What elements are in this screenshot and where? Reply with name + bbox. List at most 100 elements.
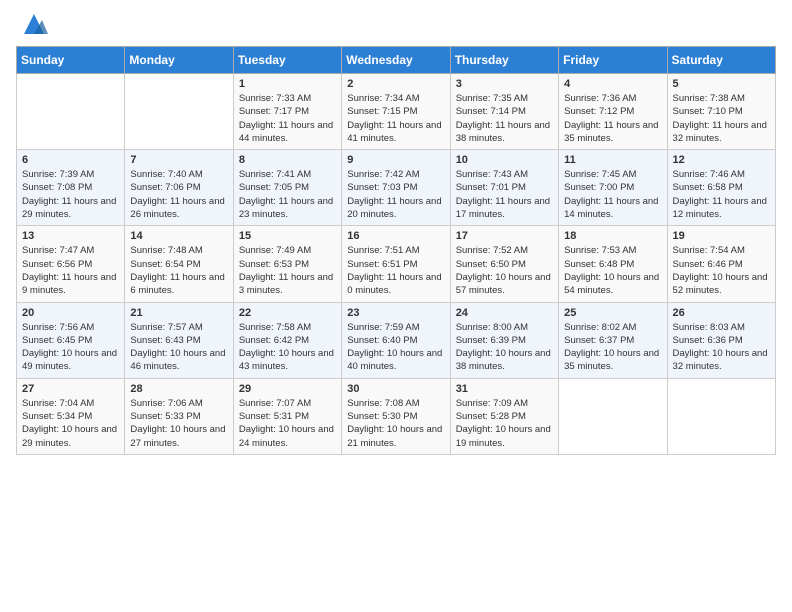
calendar-cell: 3 Sunrise: 7:35 AMSunset: 7:14 PMDaylight…: [450, 74, 558, 150]
calendar-week-row: 20Sunrise: 7:56 AMSunset: 6:45 PMDayligh…: [17, 302, 776, 378]
weekday-header-row: SundayMondayTuesdayWednesdayThursdayFrid…: [17, 47, 776, 74]
day-number: 30: [347, 383, 445, 395]
day-number: 26: [673, 307, 771, 319]
calendar-cell: 23 Sunrise: 7:59 AMSunset: 6:40 PMDayligh…: [342, 302, 450, 378]
day-number: 21: [130, 307, 228, 319]
day-info: Sunrise: 7:43 AMSunset: 7:01 PMDaylight:…: [456, 168, 554, 221]
day-info: Sunrise: 8:02 AMSunset: 6:37 PMDaylight:…: [564, 321, 662, 374]
day-number: 23: [347, 307, 445, 319]
day-info: Sunrise: 7:06 AMSunset: 5:33 PMDaylight:…: [130, 397, 228, 450]
calendar-cell: [667, 378, 775, 454]
day-number: 22: [239, 307, 337, 319]
day-number: 11: [564, 154, 662, 166]
weekday-monday: Monday: [125, 47, 233, 74]
day-info: Sunrise: 7:09 AMSunset: 5:28 PMDaylight:…: [456, 397, 554, 450]
calendar-cell: 19 Sunrise: 7:54 AMSunset: 6:46 PMDayligh…: [667, 226, 775, 302]
calendar-cell: 27 Sunrise: 7:04 AMSunset: 5:34 PMDayligh…: [17, 378, 125, 454]
calendar-cell: 25 Sunrise: 8:02 AMSunset: 6:37 PMDayligh…: [559, 302, 667, 378]
day-number: 14: [130, 230, 228, 242]
header: [16, 10, 776, 38]
weekday-wednesday: Wednesday: [342, 47, 450, 74]
calendar-cell: 17 Sunrise: 7:52 AMSunset: 6:50 PMDayligh…: [450, 226, 558, 302]
day-info: Sunrise: 7:41 AMSunset: 7:05 PMDaylight:…: [239, 168, 337, 221]
day-info: Sunrise: 7:40 AMSunset: 7:06 PMDaylight:…: [130, 168, 228, 221]
calendar-cell: 12 Sunrise: 7:46 AMSunset: 6:58 PMDayligh…: [667, 150, 775, 226]
calendar-cell: 22Sunrise: 7:58 AMSunset: 6:42 PMDayligh…: [233, 302, 341, 378]
calendar-cell: 14 Sunrise: 7:48 AMSunset: 6:54 PMDayligh…: [125, 226, 233, 302]
calendar-cell: 5Sunrise: 7:38 AMSunset: 7:10 PMDaylight…: [667, 74, 775, 150]
calendar-cell: 6 Sunrise: 7:39 AMSunset: 7:08 PMDaylight…: [17, 150, 125, 226]
day-info: Sunrise: 7:51 AMSunset: 6:51 PMDaylight:…: [347, 244, 445, 297]
day-number: 10: [456, 154, 554, 166]
day-info: Sunrise: 8:03 AMSunset: 6:36 PMDaylight:…: [673, 321, 771, 374]
calendar-week-row: 6 Sunrise: 7:39 AMSunset: 7:08 PMDaylight…: [17, 150, 776, 226]
weekday-thursday: Thursday: [450, 47, 558, 74]
day-number: 29: [239, 383, 337, 395]
day-info: Sunrise: 7:49 AMSunset: 6:53 PMDaylight:…: [239, 244, 337, 297]
day-number: 7: [130, 154, 228, 166]
day-info: Sunrise: 7:48 AMSunset: 6:54 PMDaylight:…: [130, 244, 228, 297]
day-number: 24: [456, 307, 554, 319]
day-number: 27: [22, 383, 120, 395]
calendar-cell: 21 Sunrise: 7:57 AMSunset: 6:43 PMDayligh…: [125, 302, 233, 378]
day-number: 5: [673, 78, 771, 90]
calendar-cell: [559, 378, 667, 454]
day-info: Sunrise: 7:33 AMSunset: 7:17 PMDaylight:…: [239, 92, 337, 145]
calendar-cell: 11 Sunrise: 7:45 AMSunset: 7:00 PMDayligh…: [559, 150, 667, 226]
day-number: 4: [564, 78, 662, 90]
day-number: 31: [456, 383, 554, 395]
calendar-cell: 15 Sunrise: 7:49 AMSunset: 6:53 PMDayligh…: [233, 226, 341, 302]
day-number: 3: [456, 78, 554, 90]
calendar-cell: 1Sunrise: 7:33 AMSunset: 7:17 PMDaylight…: [233, 74, 341, 150]
weekday-tuesday: Tuesday: [233, 47, 341, 74]
day-info: Sunrise: 7:59 AMSunset: 6:40 PMDaylight:…: [347, 321, 445, 374]
weekday-sunday: Sunday: [17, 47, 125, 74]
day-info: Sunrise: 7:39 AMSunset: 7:08 PMDaylight:…: [22, 168, 120, 221]
calendar-cell: 9Sunrise: 7:42 AMSunset: 7:03 PMDaylight…: [342, 150, 450, 226]
day-number: 6: [22, 154, 120, 166]
day-number: 18: [564, 230, 662, 242]
day-info: Sunrise: 7:45 AMSunset: 7:00 PMDaylight:…: [564, 168, 662, 221]
calendar-cell: 4Sunrise: 7:36 AMSunset: 7:12 PMDaylight…: [559, 74, 667, 150]
day-number: 12: [673, 154, 771, 166]
day-number: 19: [673, 230, 771, 242]
day-info: Sunrise: 7:52 AMSunset: 6:50 PMDaylight:…: [456, 244, 554, 297]
calendar-cell: 7 Sunrise: 7:40 AMSunset: 7:06 PMDaylight…: [125, 150, 233, 226]
day-info: Sunrise: 7:46 AMSunset: 6:58 PMDaylight:…: [673, 168, 771, 221]
calendar-cell: 18Sunrise: 7:53 AMSunset: 6:48 PMDayligh…: [559, 226, 667, 302]
day-info: Sunrise: 7:42 AMSunset: 7:03 PMDaylight:…: [347, 168, 445, 221]
calendar-cell: [125, 74, 233, 150]
day-info: Sunrise: 7:54 AMSunset: 6:46 PMDaylight:…: [673, 244, 771, 297]
day-info: Sunrise: 7:04 AMSunset: 5:34 PMDaylight:…: [22, 397, 120, 450]
calendar-cell: 26 Sunrise: 8:03 AMSunset: 6:36 PMDayligh…: [667, 302, 775, 378]
day-number: 13: [22, 230, 120, 242]
calendar-week-row: 1Sunrise: 7:33 AMSunset: 7:17 PMDaylight…: [17, 74, 776, 150]
logo: [16, 10, 48, 38]
day-number: 16: [347, 230, 445, 242]
day-number: 28: [130, 383, 228, 395]
calendar-cell: 24 Sunrise: 8:00 AMSunset: 6:39 PMDayligh…: [450, 302, 558, 378]
calendar-cell: 28 Sunrise: 7:06 AMSunset: 5:33 PMDayligh…: [125, 378, 233, 454]
day-info: Sunrise: 7:35 AMSunset: 7:14 PMDaylight:…: [456, 92, 554, 145]
day-info: Sunrise: 7:47 AMSunset: 6:56 PMDaylight:…: [22, 244, 120, 297]
day-number: 15: [239, 230, 337, 242]
calendar-table: SundayMondayTuesdayWednesdayThursdayFrid…: [16, 46, 776, 455]
day-info: Sunrise: 8:00 AMSunset: 6:39 PMDaylight:…: [456, 321, 554, 374]
day-info: Sunrise: 7:07 AMSunset: 5:31 PMDaylight:…: [239, 397, 337, 450]
day-info: Sunrise: 7:57 AMSunset: 6:43 PMDaylight:…: [130, 321, 228, 374]
day-number: 17: [456, 230, 554, 242]
calendar-cell: 16 Sunrise: 7:51 AMSunset: 6:51 PMDayligh…: [342, 226, 450, 302]
calendar-cell: 20Sunrise: 7:56 AMSunset: 6:45 PMDayligh…: [17, 302, 125, 378]
day-info: Sunrise: 7:56 AMSunset: 6:45 PMDaylight:…: [22, 321, 120, 374]
calendar-cell: 2Sunrise: 7:34 AMSunset: 7:15 PMDaylight…: [342, 74, 450, 150]
day-info: Sunrise: 7:08 AMSunset: 5:30 PMDaylight:…: [347, 397, 445, 450]
day-number: 8: [239, 154, 337, 166]
day-number: 25: [564, 307, 662, 319]
weekday-saturday: Saturday: [667, 47, 775, 74]
calendar-cell: 31 Sunrise: 7:09 AMSunset: 5:28 PMDayligh…: [450, 378, 558, 454]
calendar-page: SundayMondayTuesdayWednesdayThursdayFrid…: [0, 0, 792, 612]
weekday-friday: Friday: [559, 47, 667, 74]
calendar-cell: 13 Sunrise: 7:47 AMSunset: 6:56 PMDayligh…: [17, 226, 125, 302]
calendar-cell: [17, 74, 125, 150]
calendar-week-row: 13 Sunrise: 7:47 AMSunset: 6:56 PMDayligh…: [17, 226, 776, 302]
